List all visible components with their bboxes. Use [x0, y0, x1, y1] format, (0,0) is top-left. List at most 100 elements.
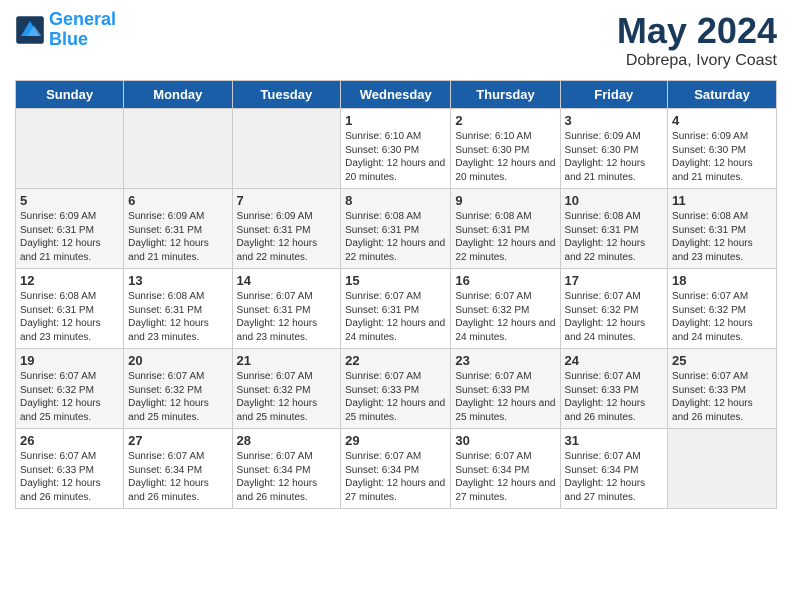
- calendar-cell: 15 Sunrise: 6:07 AMSunset: 6:31 PMDayligh…: [341, 269, 451, 349]
- calendar-cell: [124, 109, 232, 189]
- calendar-cell: 11 Sunrise: 6:08 AMSunset: 6:31 PMDayligh…: [668, 189, 777, 269]
- day-info: Sunrise: 6:07 AMSunset: 6:32 PMDaylight:…: [237, 370, 337, 424]
- weekday-header-tuesday: Tuesday: [232, 81, 341, 109]
- day-number: 8: [345, 193, 446, 208]
- calendar-cell: 12 Sunrise: 6:08 AMSunset: 6:31 PMDayligh…: [16, 269, 124, 349]
- day-number: 5: [20, 193, 119, 208]
- calendar-cell: 25 Sunrise: 6:07 AMSunset: 6:33 PMDayligh…: [668, 349, 777, 429]
- calendar-week-4: 19Sunrise: 6:07 AMSunset: 6:32 PMDayligh…: [16, 349, 777, 429]
- calendar-cell: 16 Sunrise: 6:07 AMSunset: 6:32 PMDayligh…: [451, 269, 560, 349]
- calendar-week-5: 26 Sunrise: 6:07 AMSunset: 6:33 PMDayligh…: [16, 429, 777, 509]
- day-info: Sunrise: 6:09 AMSunset: 6:30 PMDaylight:…: [565, 130, 664, 184]
- day-number: 14: [237, 273, 337, 288]
- calendar-cell: 1Sunrise: 6:10 AMSunset: 6:30 PMDaylight…: [341, 109, 451, 189]
- calendar-week-3: 12 Sunrise: 6:08 AMSunset: 6:31 PMDayligh…: [16, 269, 777, 349]
- day-info: Sunrise: 6:07 AMSunset: 6:31 PMDaylight:…: [345, 290, 446, 344]
- day-info: Sunrise: 6:09 AMSunset: 6:31 PMDaylight:…: [128, 210, 227, 264]
- weekday-header-sunday: Sunday: [16, 81, 124, 109]
- calendar-cell: 30 Sunrise: 6:07 AMSunset: 6:34 PMDayligh…: [451, 429, 560, 509]
- calendar-cell: 20Sunrise: 6:07 AMSunset: 6:32 PMDayligh…: [124, 349, 232, 429]
- weekday-header-row: SundayMondayTuesdayWednesdayThursdayFrid…: [16, 81, 777, 109]
- calendar-cell: 4 Sunrise: 6:09 AMSunset: 6:30 PMDaylight…: [668, 109, 777, 189]
- calendar-cell: 10 Sunrise: 6:08 AMSunset: 6:31 PMDayligh…: [560, 189, 668, 269]
- day-info: Sunrise: 6:10 AMSunset: 6:30 PMDaylight:…: [455, 130, 555, 184]
- calendar-week-1: 1 Sunrise: 6:10 AMSunset: 6:30 PMDaylight…: [16, 109, 777, 189]
- calendar-cell: 18 Sunrise: 6:07 AMSunset: 6:32 PMDayligh…: [668, 269, 777, 349]
- calendar-week-2: 5 Sunrise: 6:09 AMSunset: 6:31 PMDaylight…: [16, 189, 777, 269]
- day-number: 2: [455, 113, 555, 128]
- calendar-cell: 9 Sunrise: 6:08 AMSunset: 6:31 PMDaylight…: [451, 189, 560, 269]
- weekday-header-thursday: Thursday: [451, 81, 560, 109]
- day-info: Sunrise: 6:08 AMSunset: 6:31 PMDaylight:…: [565, 210, 664, 264]
- day-info: Sunrise: 6:08 AMSunset: 6:31 PMDaylight:…: [345, 210, 446, 264]
- day-number: 6: [128, 193, 227, 208]
- day-number: 28: [237, 433, 337, 448]
- day-info: Sunrise: 6:07 AMSunset: 6:34 PMDaylight:…: [128, 450, 227, 504]
- calendar-cell: 5Sunrise: 6:09 AMSunset: 6:31 PMDaylight…: [16, 189, 124, 269]
- day-number: 25: [672, 353, 772, 368]
- day-info: Sunrise: 6:07 AMSunset: 6:32 PMDaylight:…: [672, 290, 772, 344]
- calendar-cell: 14Sunrise: 6:07 AMSunset: 6:31 PMDayligh…: [232, 269, 341, 349]
- calendar-table: SundayMondayTuesdayWednesdayThursdayFrid…: [15, 80, 777, 509]
- day-info: Sunrise: 6:07 AMSunset: 6:34 PMDaylight:…: [565, 450, 664, 504]
- calendar-cell: 31 Sunrise: 6:07 AMSunset: 6:34 PMDayligh…: [560, 429, 668, 509]
- day-number: 30: [455, 433, 555, 448]
- calendar-cell: [668, 429, 777, 509]
- day-number: 10: [565, 193, 664, 208]
- day-number: 31: [565, 433, 664, 448]
- logo-icon: [15, 15, 45, 45]
- day-info: Sunrise: 6:07 AMSunset: 6:32 PMDaylight:…: [455, 290, 555, 344]
- day-info: Sunrise: 6:07 AMSunset: 6:34 PMDaylight:…: [345, 450, 446, 504]
- day-number: 26: [20, 433, 119, 448]
- day-info: Sunrise: 6:07 AMSunset: 6:33 PMDaylight:…: [672, 370, 772, 424]
- day-number: 20: [128, 353, 227, 368]
- day-number: 23: [455, 353, 555, 368]
- header: General Blue May 2024 Dobrepa, Ivory Coa…: [15, 10, 777, 70]
- day-number: 22: [345, 353, 446, 368]
- calendar-cell: 24 Sunrise: 6:07 AMSunset: 6:33 PMDayligh…: [560, 349, 668, 429]
- day-info: Sunrise: 6:07 AMSunset: 6:32 PMDaylight:…: [565, 290, 664, 344]
- day-number: 12: [20, 273, 119, 288]
- calendar-cell: [16, 109, 124, 189]
- day-number: 24: [565, 353, 664, 368]
- calendar-cell: 26 Sunrise: 6:07 AMSunset: 6:33 PMDayligh…: [16, 429, 124, 509]
- day-number: 1: [345, 113, 446, 128]
- day-info: Sunrise: 6:07 AMSunset: 6:33 PMDaylight:…: [565, 370, 664, 424]
- calendar-cell: 13 Sunrise: 6:08 AMSunset: 6:31 PMDayligh…: [124, 269, 232, 349]
- day-number: 13: [128, 273, 227, 288]
- calendar-cell: 27 Sunrise: 6:07 AMSunset: 6:34 PMDayligh…: [124, 429, 232, 509]
- calendar-page: General Blue May 2024 Dobrepa, Ivory Coa…: [0, 0, 792, 519]
- day-number: 29: [345, 433, 446, 448]
- day-number: 3: [565, 113, 664, 128]
- weekday-header-friday: Friday: [560, 81, 668, 109]
- day-info: Sunrise: 6:07 AMSunset: 6:33 PMDaylight:…: [345, 370, 446, 424]
- day-number: 4: [672, 113, 772, 128]
- day-number: 17: [565, 273, 664, 288]
- calendar-cell: 17 Sunrise: 6:07 AMSunset: 6:32 PMDayligh…: [560, 269, 668, 349]
- day-info: Sunrise: 6:08 AMSunset: 6:31 PMDaylight:…: [20, 290, 119, 344]
- day-number: 15: [345, 273, 446, 288]
- day-info: Sunrise: 6:08 AMSunset: 6:31 PMDaylight:…: [128, 290, 227, 344]
- calendar-cell: 28Sunrise: 6:07 AMSunset: 6:34 PMDayligh…: [232, 429, 341, 509]
- day-info: Sunrise: 6:07 AMSunset: 6:34 PMDaylight:…: [455, 450, 555, 504]
- logo-blue: Blue: [49, 29, 88, 49]
- weekday-header-saturday: Saturday: [668, 81, 777, 109]
- day-number: 18: [672, 273, 772, 288]
- title-block: May 2024 Dobrepa, Ivory Coast: [617, 10, 777, 70]
- month-title: May 2024: [617, 10, 777, 52]
- location: Dobrepa, Ivory Coast: [617, 52, 777, 70]
- day-info: Sunrise: 6:08 AMSunset: 6:31 PMDaylight:…: [455, 210, 555, 264]
- day-number: 9: [455, 193, 555, 208]
- day-number: 11: [672, 193, 772, 208]
- logo-general: General: [49, 9, 116, 29]
- day-number: 16: [455, 273, 555, 288]
- day-number: 7: [237, 193, 337, 208]
- day-info: Sunrise: 6:08 AMSunset: 6:31 PMDaylight:…: [672, 210, 772, 264]
- day-info: Sunrise: 6:09 AMSunset: 6:30 PMDaylight:…: [672, 130, 772, 184]
- day-info: Sunrise: 6:07 AMSunset: 6:32 PMDaylight:…: [20, 370, 119, 424]
- day-number: 27: [128, 433, 227, 448]
- calendar-cell: 2 Sunrise: 6:10 AMSunset: 6:30 PMDaylight…: [451, 109, 560, 189]
- calendar-cell: 23Sunrise: 6:07 AMSunset: 6:33 PMDayligh…: [451, 349, 560, 429]
- day-info: Sunrise: 6:09 AMSunset: 6:31 PMDaylight:…: [237, 210, 337, 264]
- day-info: Sunrise: 6:07 AMSunset: 6:33 PMDaylight:…: [20, 450, 119, 504]
